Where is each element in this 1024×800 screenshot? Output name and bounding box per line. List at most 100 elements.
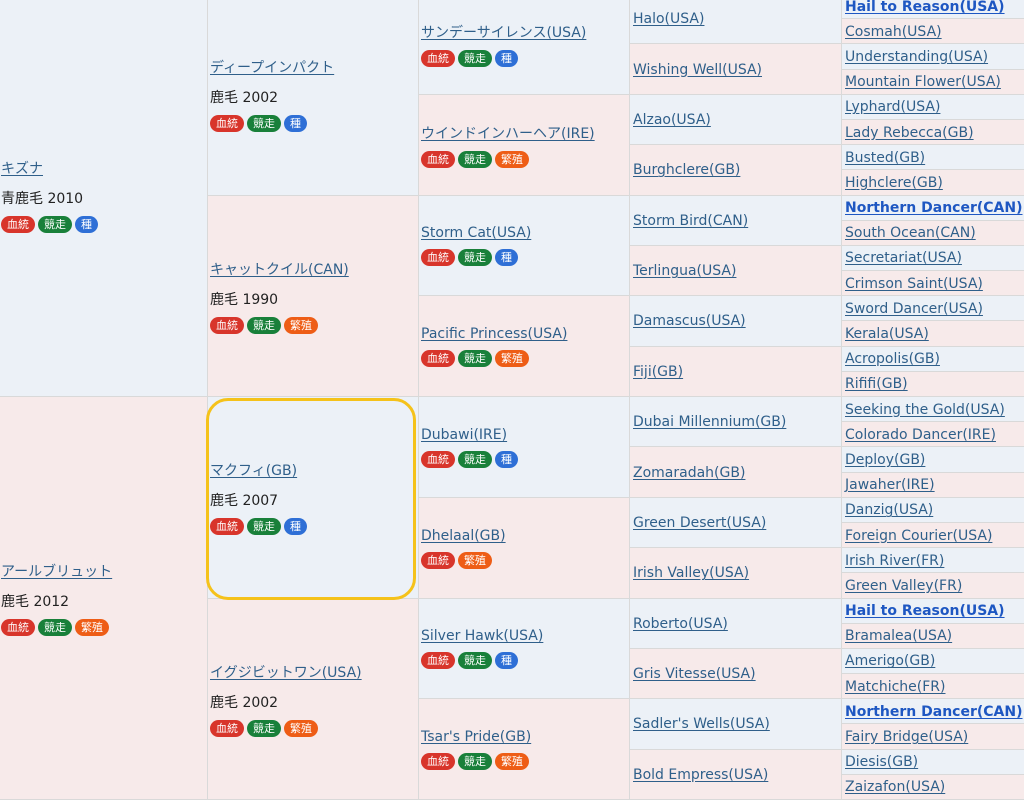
horse-name-link[interactable]: Lady Rebecca(GB)	[845, 125, 974, 141]
horse-name-link[interactable]: Fairy Bridge(USA)	[845, 729, 968, 745]
horse-name-link[interactable]: Gris Vitesse(USA)	[633, 666, 756, 682]
horse-name-link[interactable]: マクフィ(GB)	[210, 463, 297, 479]
badge-race[interactable]: 競走	[247, 316, 281, 334]
horse-name-link[interactable]: Green Valley(FR)	[845, 578, 962, 594]
badge-blood[interactable]: 血統	[210, 518, 244, 536]
badge-breed[interactable]: 繁殖	[284, 316, 318, 334]
horse-name-link[interactable]: Kerala(USA)	[845, 326, 929, 342]
badge-blood[interactable]: 血統	[421, 350, 455, 368]
horse-name-link[interactable]: Silver Hawk(USA)	[421, 628, 543, 644]
horse-name-link[interactable]: Northern Dancer(CAN)	[845, 200, 1023, 216]
badge-race[interactable]: 競走	[458, 49, 492, 67]
horse-name-link[interactable]: Matchiche(FR)	[845, 679, 946, 695]
badge-breed[interactable]: 繁殖	[495, 350, 529, 368]
horse-name-link[interactable]: キャットクイル(CAN)	[210, 262, 349, 278]
badge-breed[interactable]: 繁殖	[458, 551, 492, 569]
horse-name-link[interactable]: Dubawi(IRE)	[421, 427, 507, 443]
horse-name-link[interactable]: Lyphard(USA)	[845, 99, 940, 115]
badge-blood[interactable]: 血統	[421, 450, 455, 468]
badge-breed[interactable]: 繁殖	[284, 719, 318, 737]
badge-race[interactable]: 競走	[458, 652, 492, 670]
horse-name-link[interactable]: Seeking the Gold(USA)	[845, 402, 1005, 418]
badge-blood[interactable]: 血統	[421, 551, 455, 569]
horse-name-link[interactable]: Sadler's Wells(USA)	[633, 716, 770, 732]
horse-name-link[interactable]: アールブリュット	[1, 564, 112, 580]
horse-name-link[interactable]: Zaizafon(USA)	[845, 779, 945, 795]
horse-name-link[interactable]: ウインドインハーヘア(IRE)	[421, 126, 595, 142]
badge-blood[interactable]: 血統	[210, 316, 244, 334]
badge-race[interactable]: 競走	[458, 150, 492, 168]
horse-name-link[interactable]: Highclere(GB)	[845, 175, 943, 191]
horse-name-link[interactable]: Tsar's Pride(GB)	[421, 729, 531, 745]
horse-name-link[interactable]: Colorado Dancer(IRE)	[845, 427, 996, 443]
badge-race[interactable]: 競走	[247, 518, 281, 536]
horse-name-link[interactable]: Amerigo(GB)	[845, 653, 935, 669]
badge-blood[interactable]: 血統	[1, 216, 35, 233]
badge-blood[interactable]: 血統	[421, 753, 455, 771]
badge-breed[interactable]: 繁殖	[75, 619, 109, 636]
horse-name-link[interactable]: Zomaradah(GB)	[633, 465, 745, 481]
horse-name-link[interactable]: Secretariat(USA)	[845, 250, 962, 266]
horse-name-link[interactable]: Hail to Reason(USA)	[845, 0, 1005, 15]
horse-name-link[interactable]: サンデーサイレンス(USA)	[421, 25, 586, 41]
horse-name-link[interactable]: Acropolis(GB)	[845, 351, 940, 367]
horse-name-link[interactable]: Busted(GB)	[845, 150, 925, 166]
badge-race[interactable]: 競走	[458, 450, 492, 468]
badge-race[interactable]: 競走	[247, 719, 281, 737]
badge-sire[interactable]: 種	[495, 652, 518, 670]
horse-name-link[interactable]: Roberto(USA)	[633, 616, 728, 632]
horse-name-link[interactable]: Hail to Reason(USA)	[845, 603, 1005, 619]
horse-name-link[interactable]: Diesis(GB)	[845, 754, 918, 770]
badge-sire[interactable]: 種	[495, 249, 518, 267]
horse-name-link[interactable]: Understanding(USA)	[845, 49, 988, 65]
horse-name-link[interactable]: Halo(USA)	[633, 11, 704, 27]
horse-name-link[interactable]: Deploy(GB)	[845, 452, 925, 468]
horse-name-link[interactable]: Bramalea(USA)	[845, 628, 952, 644]
badge-sire[interactable]: 種	[75, 216, 98, 233]
horse-name-link[interactable]: キズナ	[1, 161, 43, 177]
horse-name-link[interactable]: Cosmah(USA)	[845, 24, 942, 40]
horse-name-link[interactable]: Danzig(USA)	[845, 502, 933, 518]
badge-blood[interactable]: 血統	[210, 115, 244, 133]
horse-name-link[interactable]: Wishing Well(USA)	[633, 62, 762, 78]
horse-name-link[interactable]: Bold Empress(USA)	[633, 767, 768, 783]
horse-name-link[interactable]: Pacific Princess(USA)	[421, 326, 567, 342]
badge-blood[interactable]: 血統	[421, 49, 455, 67]
horse-name-link[interactable]: Northern Dancer(CAN)	[845, 704, 1023, 720]
horse-name-link[interactable]: Damascus(USA)	[633, 313, 746, 329]
badge-blood[interactable]: 血統	[421, 652, 455, 670]
badge-breed[interactable]: 繁殖	[495, 753, 529, 771]
badge-race[interactable]: 競走	[247, 115, 281, 133]
badge-blood[interactable]: 血統	[210, 719, 244, 737]
horse-name-link[interactable]: Rififi(GB)	[845, 376, 908, 392]
horse-name-link[interactable]: イグジビットワン(USA)	[210, 665, 362, 681]
horse-name-link[interactable]: Jawaher(IRE)	[845, 477, 935, 493]
horse-name-link[interactable]: Terlingua(USA)	[633, 263, 736, 279]
badge-race[interactable]: 競走	[458, 249, 492, 267]
horse-name-link[interactable]: Green Desert(USA)	[633, 515, 766, 531]
horse-name-link[interactable]: Storm Bird(CAN)	[633, 213, 748, 229]
badge-sire[interactable]: 種	[284, 115, 307, 133]
badge-race[interactable]: 競走	[38, 619, 72, 636]
badge-breed[interactable]: 繁殖	[495, 150, 529, 168]
badge-sire[interactable]: 種	[495, 49, 518, 67]
horse-name-link[interactable]: Burghclere(GB)	[633, 162, 740, 178]
horse-name-link[interactable]: Alzao(USA)	[633, 112, 711, 128]
horse-name-link[interactable]: Irish Valley(USA)	[633, 565, 749, 581]
horse-name-link[interactable]: Sword Dancer(USA)	[845, 301, 983, 317]
horse-name-link[interactable]: South Ocean(CAN)	[845, 225, 976, 241]
horse-name-link[interactable]: Dhelaal(GB)	[421, 528, 506, 544]
horse-name-link[interactable]: Storm Cat(USA)	[421, 225, 531, 241]
horse-name-link[interactable]: Dubai Millennium(GB)	[633, 414, 786, 430]
horse-name-link[interactable]: Mountain Flower(USA)	[845, 74, 1001, 90]
badge-blood[interactable]: 血統	[421, 249, 455, 267]
horse-name-link[interactable]: Crimson Saint(USA)	[845, 276, 983, 292]
horse-name-link[interactable]: Irish River(FR)	[845, 553, 944, 569]
badge-sire[interactable]: 種	[495, 450, 518, 468]
horse-name-link[interactable]: Fiji(GB)	[633, 364, 683, 380]
horse-name-link[interactable]: ディープインパクト	[210, 60, 334, 76]
badge-blood[interactable]: 血統	[421, 150, 455, 168]
badge-race[interactable]: 競走	[458, 753, 492, 771]
badge-race[interactable]: 競走	[38, 216, 72, 233]
badge-sire[interactable]: 種	[284, 518, 307, 536]
